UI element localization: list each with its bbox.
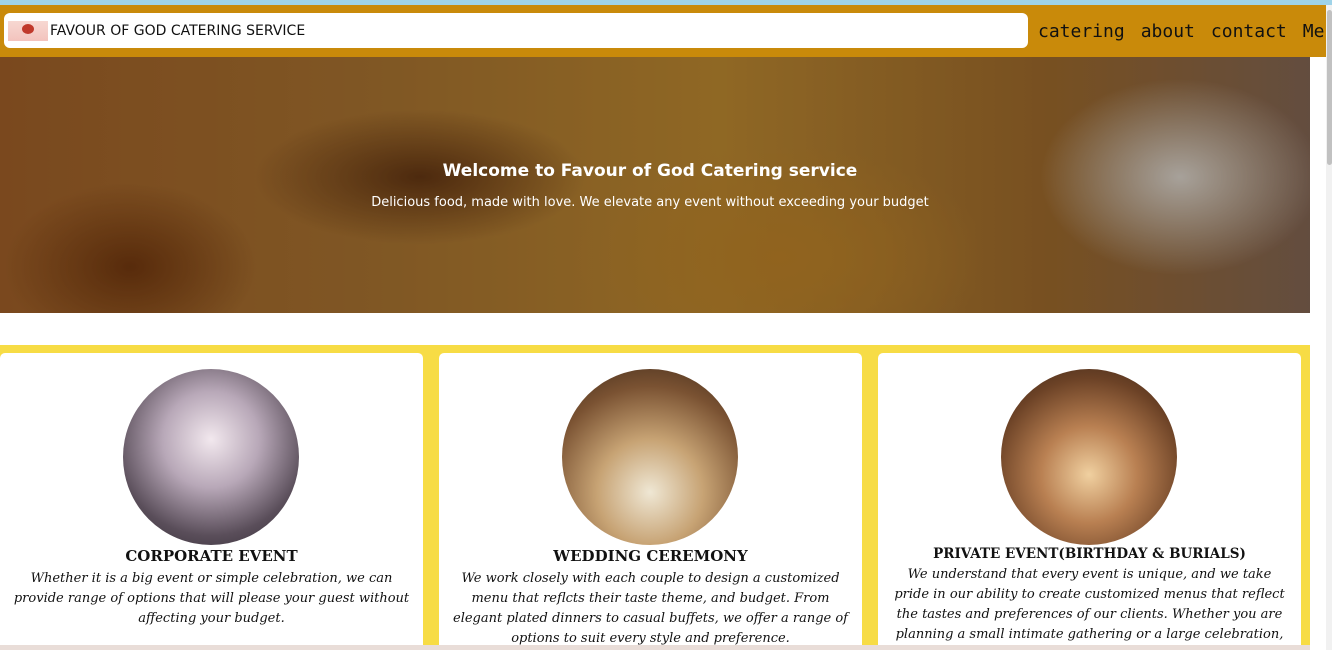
card-title: PRIVATE EVENT(BIRTHDAY & BURIALS): [933, 546, 1246, 562]
hero-subtitle: Delicious food, made with love. We eleva…: [371, 195, 929, 210]
services-section: CORPORATE EVENT Whether it is a big even…: [0, 345, 1310, 650]
hero-banner: Welcome to Favour of God Catering servic…: [0, 57, 1310, 313]
nav-link-contact[interactable]: contact: [1211, 21, 1287, 42]
hero-title: Welcome to Favour of God Catering servic…: [442, 161, 858, 181]
card-title: CORPORATE EVENT: [125, 547, 298, 565]
card-wedding-ceremony: WEDDING CEREMONY We work closely with ea…: [439, 353, 862, 650]
card-text: We understand that every event is unique…: [894, 567, 1285, 642]
main-nav: catering about contact Menu: [1038, 21, 1332, 42]
card-title: WEDDING CEREMONY: [553, 547, 748, 565]
wedding-ceremony-image: [562, 369, 738, 545]
card-corporate-event: CORPORATE EVENT Whether it is a big even…: [0, 353, 423, 650]
scrollbar-thumb[interactable]: [1327, 10, 1332, 165]
nav-link-catering[interactable]: catering: [1038, 21, 1125, 42]
card-text: Whether it is a big event or simple cele…: [13, 571, 410, 626]
card-text: We work closely with each couple to desi…: [453, 571, 848, 646]
bottom-edge: [0, 645, 1310, 650]
private-event-image: [1001, 369, 1177, 545]
card-private-event: PRIVATE EVENT(BIRTHDAY & BURIALS) We und…: [878, 353, 1301, 650]
corporate-event-image: [123, 369, 299, 545]
site-header: FAVOUR OF GOD CATERING SERVICE catering …: [0, 5, 1332, 57]
brand-bar: FAVOUR OF GOD CATERING SERVICE: [4, 13, 1028, 48]
nav-link-about[interactable]: about: [1141, 21, 1195, 42]
brand-name: FAVOUR OF GOD CATERING SERVICE: [50, 22, 306, 39]
logo[interactable]: [8, 20, 48, 41]
